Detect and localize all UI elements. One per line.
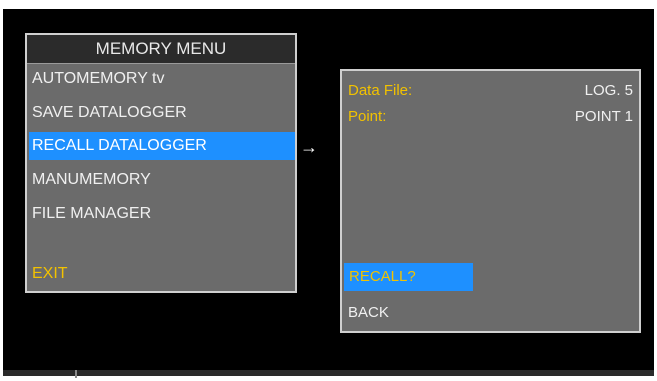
device-screenshot: MEMORY MENU AUTOMEMORY tv SAVE DATALOGGE… (0, 0, 657, 381)
memory-menu-panel: MEMORY MENU AUTOMEMORY tv SAVE DATALOGGE… (25, 33, 297, 293)
menu-item-save-datalogger[interactable]: SAVE DATALOGGER (29, 99, 295, 127)
menu-item-automemory-tv[interactable]: AUTOMEMORY tv (29, 65, 295, 93)
menu-item-exit[interactable]: EXIT (29, 260, 295, 288)
memory-menu-title: MEMORY MENU (27, 35, 295, 64)
data-file-value[interactable]: LOG. 5 (585, 81, 633, 101)
recall-detail-panel: Data File: LOG. 5 Point: POINT 1 RECALL?… (340, 69, 641, 333)
back-option[interactable]: BACK (348, 303, 389, 323)
data-file-label: Data File: (348, 82, 413, 99)
menu-item-file-manager[interactable]: FILE MANAGER (29, 200, 295, 228)
point-value[interactable]: POINT 1 (575, 107, 633, 127)
bottom-tick (75, 370, 77, 378)
menu-item-recall-datalogger[interactable]: RECALL DATALOGGER (29, 132, 295, 160)
bottom-bar (3, 370, 654, 376)
recall-confirm-option[interactable]: RECALL? (344, 263, 473, 291)
point-label: Point: (348, 108, 387, 125)
menu-item-manumemory[interactable]: MANUMEMORY (29, 166, 295, 194)
right-arrow-icon: → (300, 137, 318, 157)
